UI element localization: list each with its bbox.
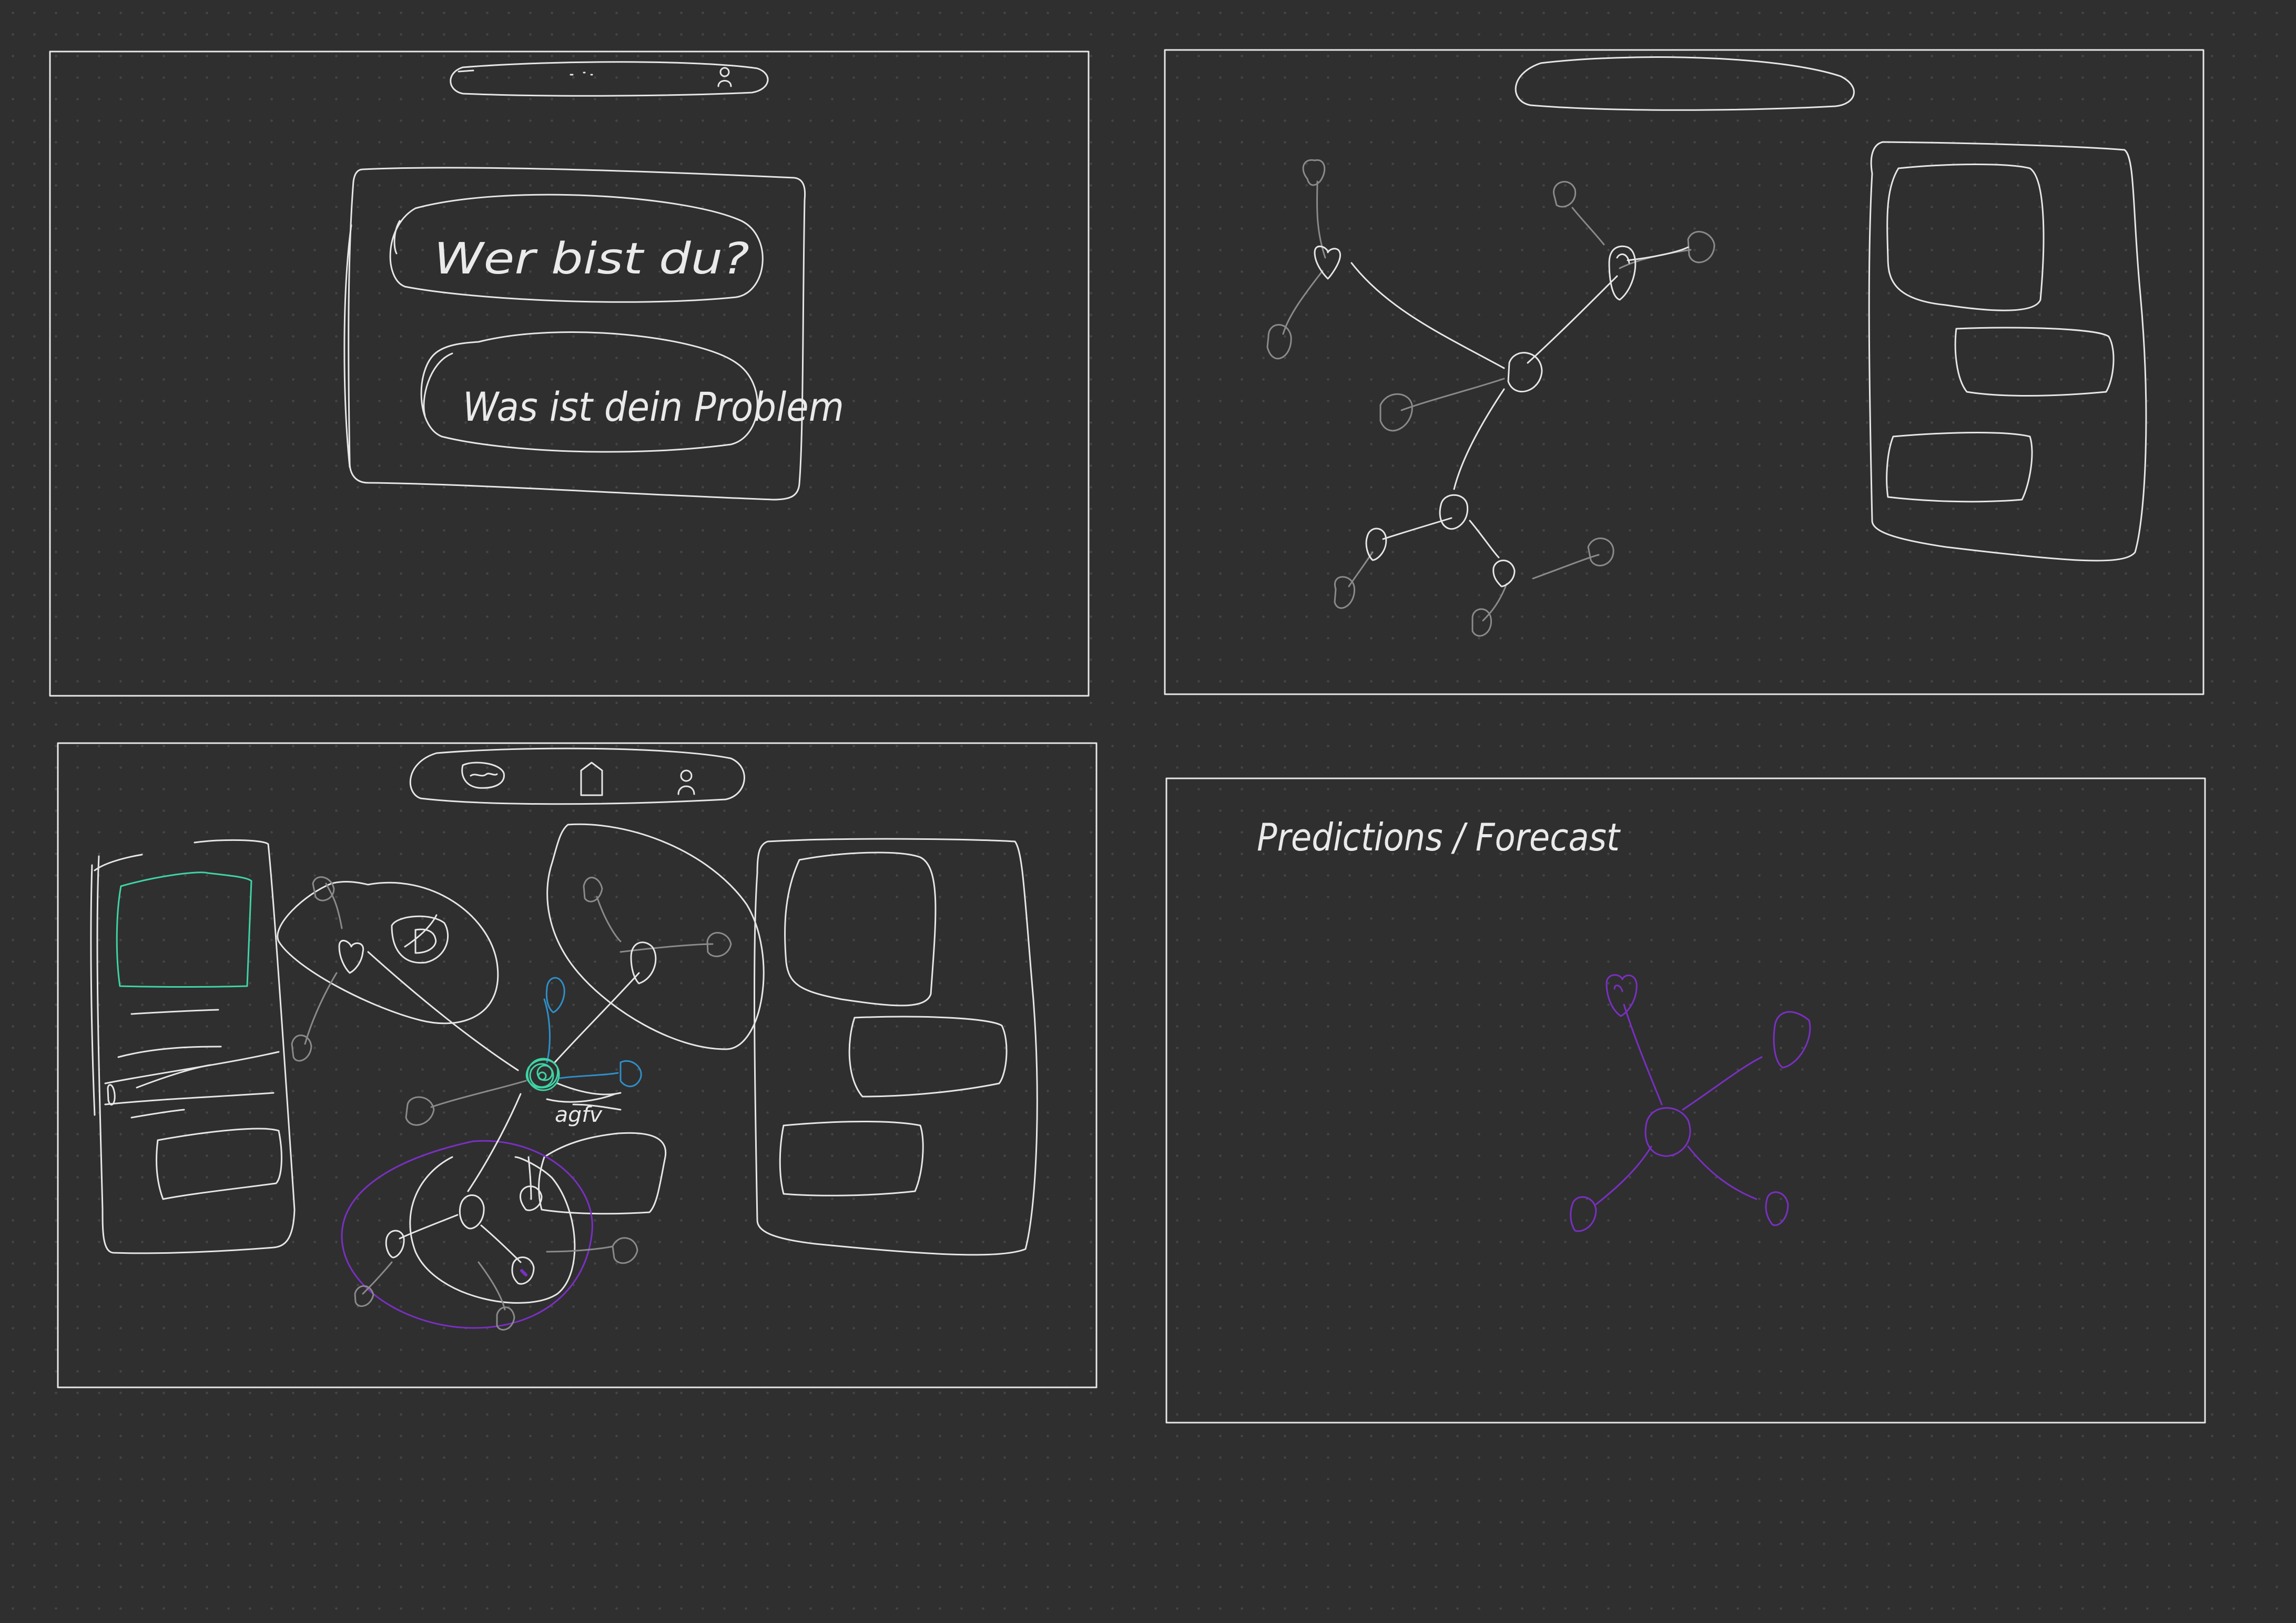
predictions-title: Predictions / Forecast — [1257, 815, 1621, 859]
faint-nodes — [291, 876, 732, 1331]
node-bottom-center — [459, 1194, 485, 1230]
cluster-outlines — [277, 823, 765, 1304]
left-panel-sketch — [90, 839, 296, 1254]
frame-dashboard[interactable]: agfv — [57, 742, 1098, 1388]
frame-border — [49, 50, 1090, 697]
selected-node-scribble[interactable] — [525, 1058, 560, 1091]
top-nav-sketch[interactable] — [409, 747, 745, 805]
highlighted-card-sketch — [116, 871, 252, 988]
question-card-sketch — [348, 167, 806, 501]
node-top-left — [1606, 974, 1638, 1017]
purple-node-dot — [520, 1269, 527, 1276]
side-panel-sketch — [1868, 141, 2147, 562]
faint-links — [304, 882, 714, 1311]
frame-predictions[interactable]: Predictions / Forecast — [1165, 777, 2206, 1424]
purple-cluster-outline — [341, 1140, 593, 1329]
user-icon[interactable] — [677, 769, 695, 795]
document-icon[interactable] — [580, 762, 603, 796]
question-2-text: Was ist dein Problem — [463, 383, 844, 430]
faint-nodes — [1266, 159, 1715, 637]
network-graph[interactable] — [1314, 245, 1689, 587]
node-annotation: agfv — [555, 1103, 603, 1127]
user-icon — [717, 67, 732, 87]
highlighted-node-icon[interactable] — [391, 915, 449, 964]
prediction-graph[interactable] — [1570, 974, 1811, 1232]
node-hub — [1507, 352, 1543, 393]
node-bottom-right — [1765, 1191, 1789, 1226]
node-e — [1492, 560, 1516, 587]
frame-onboarding[interactable]: Wer bist du? Was ist dein Problem — [49, 50, 1090, 697]
chat-icon[interactable] — [461, 762, 505, 789]
node-top-right — [1773, 1011, 1811, 1069]
question-2-bubble[interactable]: Was ist dein Problem — [420, 331, 844, 453]
node-a — [1314, 246, 1341, 280]
node-c — [1439, 494, 1469, 530]
top-nav-sketch — [1515, 56, 1855, 111]
question-1-text: Wer bist du? — [434, 234, 749, 284]
node-bottom-left — [385, 1230, 405, 1259]
right-panel-sketch — [754, 838, 1038, 1256]
frame-border — [1165, 777, 2206, 1424]
node-d — [1365, 528, 1387, 561]
frame-network[interactable] — [1164, 49, 2204, 695]
question-1-bubble[interactable]: Wer bist du? — [389, 194, 764, 303]
whiteboard-canvas[interactable]: Wer bist du? Was ist dein Problem agfv P… — [0, 0, 2296, 1623]
node-left — [338, 940, 364, 974]
top-nav-sketch — [450, 61, 769, 97]
node-bottom-left — [1570, 1196, 1597, 1232]
node-hub — [1644, 1107, 1691, 1157]
